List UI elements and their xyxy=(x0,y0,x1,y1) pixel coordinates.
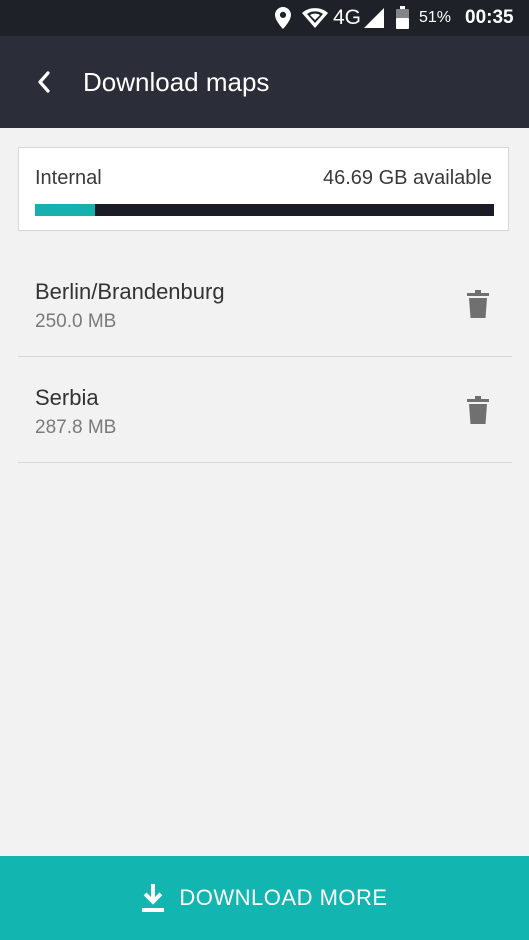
delete-map-button[interactable] xyxy=(462,393,494,427)
app-bar: Download maps xyxy=(0,36,529,128)
downloaded-maps-list: Berlin/Brandenburg 250.0 MB Serbia 287.8… xyxy=(18,251,512,463)
list-item[interactable]: Berlin/Brandenburg 250.0 MB xyxy=(18,251,512,357)
map-name: Berlin/Brandenburg xyxy=(35,279,225,304)
storage-usage-fill xyxy=(35,204,95,216)
trash-icon xyxy=(467,396,489,424)
clock: 00:35 xyxy=(465,7,514,28)
wifi-icon xyxy=(302,8,328,28)
storage-usage-bar xyxy=(35,204,494,216)
download-more-button[interactable]: DOWNLOAD MORE xyxy=(0,856,529,940)
download-icon xyxy=(142,884,165,912)
status-bar: 4G 51% 00:35 xyxy=(0,0,529,36)
trash-icon xyxy=(467,290,489,318)
chevron-left-icon xyxy=(38,71,50,93)
download-more-label: DOWNLOAD MORE xyxy=(179,885,388,910)
delete-map-button[interactable] xyxy=(462,287,494,321)
page-title: Download maps xyxy=(83,67,270,97)
storage-card: Internal 46.69 GB available xyxy=(18,147,509,231)
signal-icon xyxy=(364,8,384,28)
battery-percent: 51% xyxy=(419,9,452,26)
map-size: 250.0 MB xyxy=(35,311,117,332)
network-type: 4G xyxy=(333,6,362,29)
battery-icon xyxy=(396,6,409,29)
list-item[interactable]: Serbia 287.8 MB xyxy=(18,357,512,463)
back-button[interactable] xyxy=(22,60,66,104)
storage-available: 46.69 GB available xyxy=(322,167,492,189)
map-name: Serbia xyxy=(35,385,99,410)
storage-label: Internal xyxy=(35,167,102,189)
location-icon xyxy=(275,7,291,29)
map-size: 287.8 MB xyxy=(35,417,117,438)
